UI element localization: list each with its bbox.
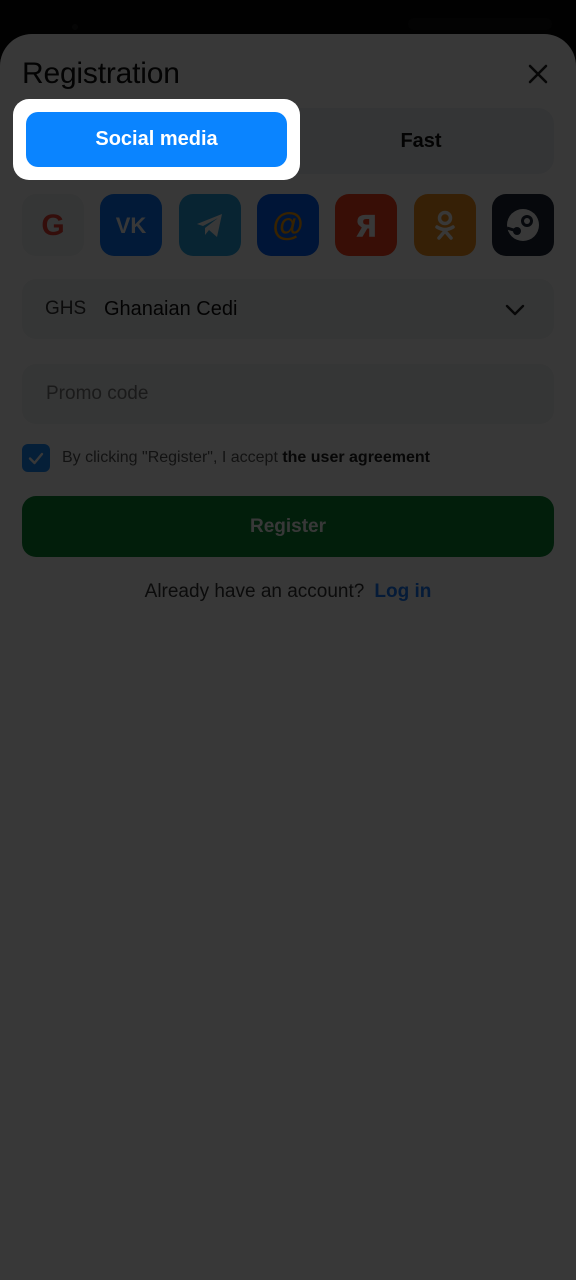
yandex-button[interactable]: Я bbox=[335, 194, 397, 256]
vk-icon: VK bbox=[116, 213, 147, 238]
svg-text:G: G bbox=[41, 209, 64, 242]
mail-ru-button[interactable]: @ bbox=[257, 194, 319, 256]
currency-select[interactable]: GHS Ghanaian Cedi bbox=[22, 279, 554, 339]
steam-button[interactable] bbox=[492, 194, 554, 256]
tab-social-media-highlighted[interactable]: Social media bbox=[26, 112, 287, 167]
registration-sheet: Registration Social media Fast G VK @ bbox=[0, 34, 576, 1280]
agreement-checkbox[interactable] bbox=[22, 444, 50, 472]
google-icon: G bbox=[41, 209, 64, 242]
telegram-button[interactable] bbox=[179, 194, 241, 256]
svg-text:Я: Я bbox=[354, 210, 377, 243]
highlight-frame: Social media bbox=[13, 99, 300, 180]
svg-text:VK: VK bbox=[116, 213, 147, 238]
odnoklassniki-button[interactable] bbox=[414, 194, 476, 256]
chevron-down-icon bbox=[505, 304, 525, 316]
agreement-text: By clicking "Register", I accept the use… bbox=[62, 449, 430, 467]
camera-dot bbox=[72, 24, 78, 30]
page-title: Registration bbox=[22, 57, 180, 90]
yandex-icon: Я bbox=[354, 210, 377, 243]
login-prompt: Already have an account? Log in bbox=[0, 581, 576, 603]
social-login-row: G VK @ Я bbox=[22, 194, 554, 256]
close-icon bbox=[528, 64, 548, 84]
odnoklassniki-icon bbox=[435, 210, 455, 240]
login-prompt-text: Already have an account? bbox=[144, 581, 365, 602]
checkmark-icon bbox=[28, 452, 44, 465]
svg-text:@: @ bbox=[272, 206, 303, 242]
telegram-icon bbox=[197, 214, 222, 237]
google-button[interactable]: G bbox=[22, 194, 84, 256]
mail-ru-icon: @ bbox=[272, 206, 303, 242]
register-button[interactable]: Register bbox=[22, 496, 554, 557]
promo-code-input[interactable] bbox=[22, 364, 554, 424]
currency-name: Ghanaian Cedi bbox=[104, 298, 238, 320]
user-agreement-link[interactable]: the user agreement bbox=[282, 449, 430, 466]
steam-icon bbox=[506, 209, 539, 241]
currency-code: GHS bbox=[45, 298, 87, 319]
tab-fast[interactable]: Fast bbox=[288, 108, 554, 174]
agreement-prefix: By clicking "Register", I accept bbox=[62, 449, 283, 466]
close-button[interactable] bbox=[522, 58, 554, 90]
status-bar bbox=[0, 0, 576, 34]
login-link[interactable]: Log in bbox=[374, 581, 431, 602]
vk-button[interactable]: VK bbox=[100, 194, 162, 256]
agreement-row: By clicking "Register", I accept the use… bbox=[22, 444, 562, 474]
status-indicator bbox=[408, 18, 552, 30]
